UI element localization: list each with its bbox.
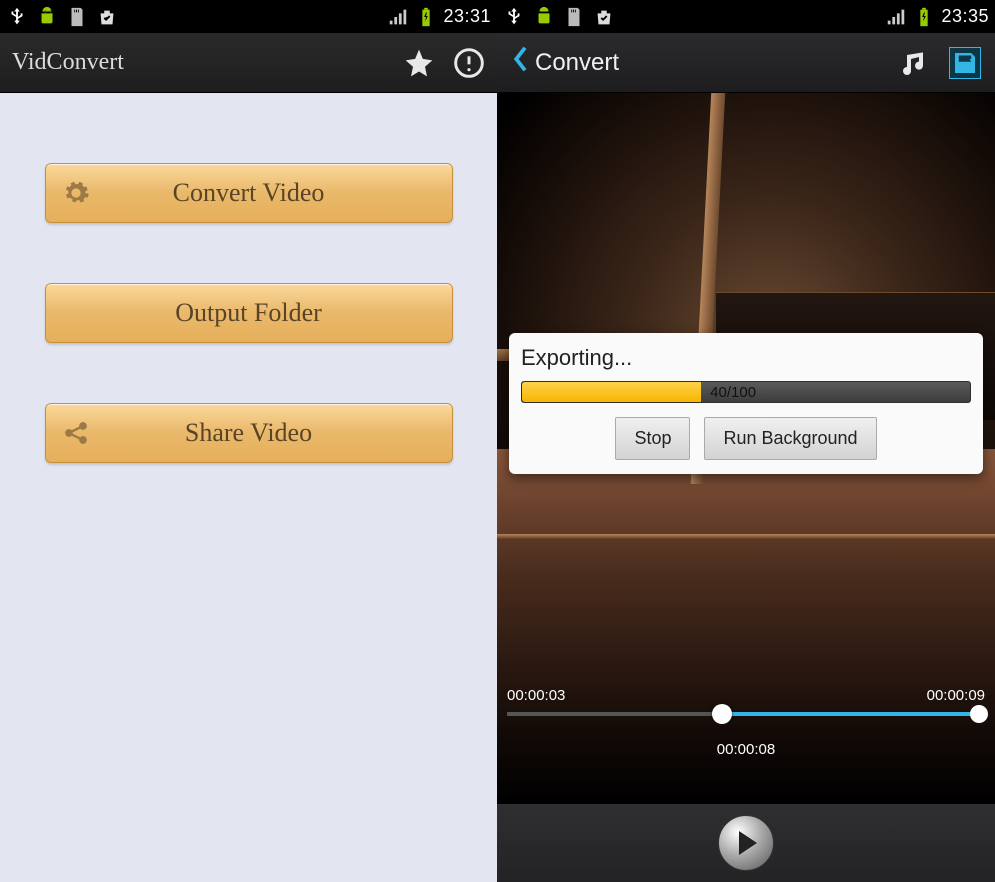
run-background-button[interactable]: Run Background (704, 417, 876, 460)
convert-body: Exporting... 40/100 Stop Run Background … (497, 93, 995, 882)
export-title: Exporting... (521, 345, 971, 371)
audio-icon[interactable] (899, 47, 931, 79)
sd-card-icon (66, 6, 88, 28)
usb-icon (503, 6, 525, 28)
progress-bar: 40/100 (521, 381, 971, 403)
page-title: Convert (535, 49, 619, 77)
play-icon (739, 831, 757, 855)
android-debug-icon (36, 6, 58, 28)
convert-app-bar: Convert (497, 33, 995, 93)
android-debug-icon (533, 6, 555, 28)
video-preview: Exporting... 40/100 Stop Run Background … (497, 93, 995, 804)
app-bar: VidConvert (0, 33, 497, 93)
back-icon[interactable] (511, 44, 529, 82)
output-folder-button[interactable]: Output Folder (45, 283, 453, 343)
store-icon (96, 6, 118, 28)
status-bar: 23:31 (0, 0, 497, 33)
info-icon[interactable] (453, 47, 485, 79)
signal-icon (885, 6, 907, 28)
share-video-label: Share Video (46, 418, 452, 448)
sd-card-icon (563, 6, 585, 28)
status-bar: 23:35 (497, 0, 995, 33)
play-button[interactable] (718, 815, 774, 871)
share-video-button[interactable]: Share Video (45, 403, 453, 463)
app-title: VidConvert (12, 49, 124, 76)
convert-video-label: Convert Video (46, 178, 452, 208)
usb-icon (6, 6, 28, 28)
status-clock: 23:31 (443, 6, 491, 27)
progress-fill (522, 382, 701, 402)
stop-button[interactable]: Stop (615, 417, 690, 460)
favorite-icon[interactable] (403, 47, 435, 79)
status-clock: 23:35 (941, 6, 989, 27)
export-dialog: Exporting... 40/100 Stop Run Background (509, 333, 983, 474)
progress-text: 40/100 (710, 382, 756, 402)
battery-charging-icon (415, 6, 437, 28)
phone-right: 23:35 Convert Exporting... (497, 0, 995, 882)
store-icon (593, 6, 615, 28)
main-menu: Convert Video Output Folder Share Video (0, 93, 497, 882)
phone-left: 23:31 VidConvert Convert Video Output Fo… (0, 0, 497, 882)
player-controls (497, 804, 995, 882)
signal-icon (387, 6, 409, 28)
battery-charging-icon (913, 6, 935, 28)
seek-bar[interactable] (507, 702, 985, 726)
convert-video-button[interactable]: Convert Video (45, 163, 453, 223)
playhead-time: 00:00:08 (497, 741, 995, 758)
seek-thumb[interactable] (712, 704, 732, 724)
save-icon[interactable] (949, 47, 981, 79)
output-folder-label: Output Folder (46, 298, 452, 328)
